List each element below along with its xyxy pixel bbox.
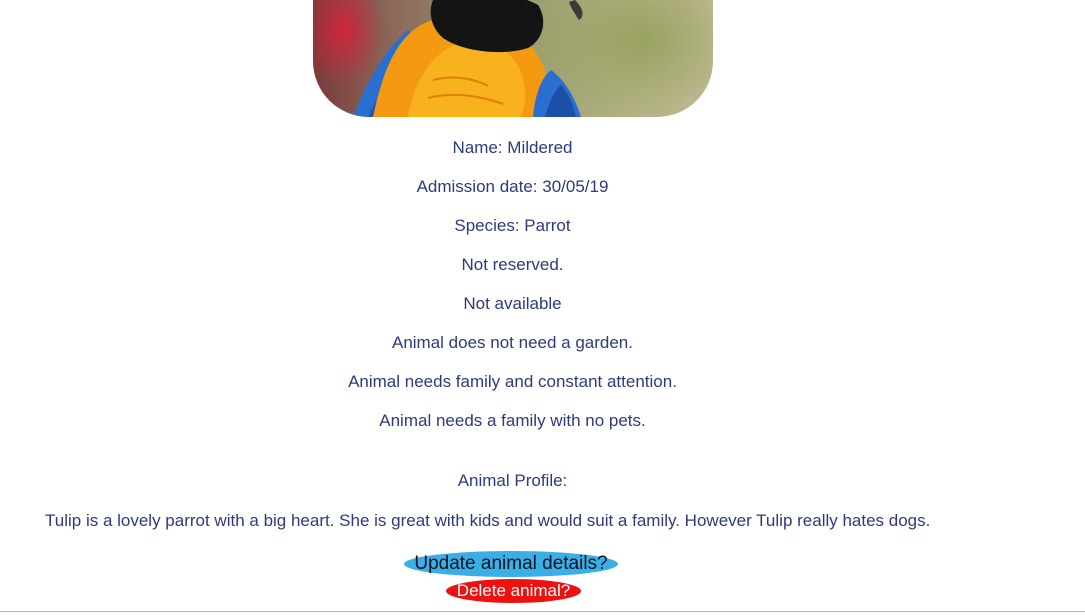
- reserved-status: Not reserved.: [461, 255, 564, 274]
- pets-requirement: Animal needs a family with no pets.: [379, 411, 646, 430]
- garden-requirement: Animal does not need a garden.: [391, 333, 633, 352]
- animal-photo: [313, 0, 713, 117]
- family-requirement: Animal needs family and constant attenti…: [348, 372, 677, 391]
- profile-heading: Animal Profile:: [457, 471, 568, 490]
- parrot-illustration: [353, 0, 583, 117]
- footer-divider: [0, 611, 1085, 612]
- update-animal-button[interactable]: Update animal details?: [404, 551, 618, 577]
- animal-detail-page: Name: Mildered Admission date: 30/05/19 …: [0, 0, 1085, 615]
- admission-date: Admission date: 30/05/19: [416, 177, 609, 196]
- delete-animal-button[interactable]: Delete animal?: [446, 579, 581, 603]
- species: Species: Parrot: [454, 216, 571, 235]
- profile-description: Tulip is a lovely parrot with a big hear…: [45, 511, 931, 530]
- animal-name: Name: Mildered: [452, 138, 573, 157]
- availability-status: Not available: [463, 294, 562, 313]
